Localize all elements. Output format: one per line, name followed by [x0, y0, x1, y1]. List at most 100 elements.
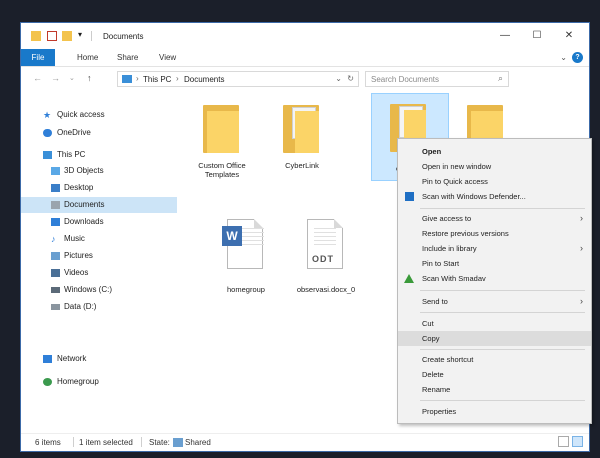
menu-label: Properties — [422, 407, 457, 416]
nav-item-music[interactable]: ♪ Music — [21, 231, 177, 247]
breadcrumb-separator[interactable]: › — [136, 74, 139, 83]
submenu-arrow-icon: › — [580, 213, 583, 223]
menu-separator — [420, 290, 585, 291]
item-count: 6 items — [35, 438, 61, 447]
nav-label: Homegroup — [57, 377, 99, 386]
help-icon[interactable]: ? — [572, 52, 583, 63]
search-input[interactable]: Search Documents ⌕ — [365, 71, 509, 87]
cube-icon — [51, 167, 60, 175]
nav-label: Network — [57, 354, 87, 363]
menu-item-scan-defender[interactable]: Scan with Windows Defender... — [398, 189, 591, 204]
music-icon: ♪ — [51, 234, 56, 244]
computer-icon — [43, 151, 52, 159]
menu-item-pin-quick-access[interactable]: Pin to Quick access — [398, 174, 591, 189]
navigation-bar: ← → ⌄ ↑ › This PC › Documents ⌄ ↻ Search… — [21, 67, 589, 91]
folder-icon — [203, 105, 239, 153]
menu-item-cut[interactable]: Cut — [398, 316, 591, 331]
nav-item-data-d[interactable]: Data (D:) — [21, 299, 177, 315]
nav-item-windows-c[interactable]: Windows (C:) — [21, 282, 177, 298]
menu-item-open[interactable]: Open — [398, 144, 591, 159]
recent-locations-button[interactable]: ⌄ — [69, 74, 75, 82]
nav-item-this-pc[interactable]: This PC — [21, 147, 177, 163]
menu-item-create-shortcut[interactable]: Create shortcut — [398, 352, 591, 367]
menu-separator — [420, 400, 585, 401]
up-button[interactable]: ↑ — [87, 73, 92, 83]
breadcrumb-separator[interactable]: › — [176, 74, 179, 83]
nav-item-documents[interactable]: Documents — [21, 197, 177, 213]
menu-label: Delete — [422, 370, 444, 379]
nav-item-videos[interactable]: Videos — [21, 265, 177, 281]
documents-icon — [51, 201, 60, 209]
title-bar[interactable]: ▾ Documents — ☐ ✕ — [21, 23, 589, 49]
folder-icon — [283, 105, 319, 153]
menu-item-delete[interactable]: Delete — [398, 367, 591, 382]
computer-icon — [122, 75, 132, 83]
large-icons-view-button[interactable] — [572, 436, 583, 447]
window-title: Documents — [103, 32, 144, 41]
menu-item-copy[interactable]: Copy — [398, 331, 591, 346]
address-bar[interactable]: › This PC › Documents ⌄ ↻ — [117, 71, 359, 87]
expand-ribbon-icon[interactable]: ⌄ — [560, 53, 567, 62]
status-bar: 6 items 1 item selected State: Shared — [21, 433, 589, 452]
menu-item-rename[interactable]: Rename — [398, 382, 591, 397]
word-document-icon: W — [222, 219, 264, 269]
context-menu: Open Open in new window Pin to Quick acc… — [397, 138, 592, 424]
tab-file[interactable]: File — [21, 49, 55, 66]
minimize-button[interactable]: — — [493, 28, 517, 44]
nav-label: Pictures — [64, 251, 93, 260]
nav-item-desktop[interactable]: Desktop — [21, 180, 177, 196]
back-button[interactable]: ← — [33, 73, 42, 83]
menu-label: Give access to — [422, 214, 472, 223]
file-name: homegroup — [227, 285, 265, 294]
details-view-button[interactable] — [558, 436, 569, 447]
menu-item-restore-versions[interactable]: Restore previous versions — [398, 226, 591, 241]
word-file-item[interactable]: W homegroup — [211, 215, 281, 295]
properties-quick-icon[interactable] — [47, 31, 57, 41]
forward-button[interactable]: → — [51, 73, 60, 83]
menu-label: Open in new window — [422, 162, 492, 171]
breadcrumb-this-pc[interactable]: This PC — [143, 75, 171, 84]
odt-file-item[interactable]: ODT observasi.docx_0 — [291, 215, 361, 295]
maximize-button[interactable]: ☐ — [525, 28, 549, 44]
drive-icon — [51, 304, 60, 310]
nav-label: Videos — [64, 268, 89, 277]
nav-item-pictures[interactable]: Pictures — [21, 248, 177, 264]
close-button[interactable]: ✕ — [557, 28, 581, 44]
file-name: observasi.docx_0 — [296, 285, 356, 294]
menu-label: Cut — [422, 319, 434, 328]
menu-item-give-access[interactable]: Give access to › — [398, 211, 591, 226]
nav-item-onedrive[interactable]: OneDrive — [21, 125, 177, 141]
address-dropdown-icon[interactable]: ⌄ — [335, 74, 342, 83]
menu-item-send-to[interactable]: Send to › — [398, 294, 591, 309]
nav-item-downloads[interactable]: Downloads — [21, 214, 177, 230]
selection-count: 1 item selected — [79, 438, 133, 447]
quick-access-toolbar-dropdown-icon[interactable]: ▾ — [78, 31, 86, 41]
menu-item-pin-start[interactable]: Pin to Start — [398, 256, 591, 271]
drive-icon — [51, 287, 60, 293]
nav-item-3d-objects[interactable]: 3D Objects — [21, 163, 177, 179]
new-folder-quick-icon[interactable] — [62, 31, 72, 41]
file-name: Custom Office Templates — [198, 161, 246, 179]
refresh-icon[interactable]: ↻ — [347, 74, 354, 83]
breadcrumb-documents[interactable]: Documents — [184, 75, 224, 84]
menu-label: Scan With Smadav — [422, 274, 486, 283]
menu-item-include-library[interactable]: Include in library › — [398, 241, 591, 256]
folder-item[interactable]: Custom Office Templates — [187, 95, 257, 195]
view-toggle — [555, 436, 583, 449]
nav-item-homegroup[interactable]: Homegroup — [21, 374, 177, 390]
submenu-arrow-icon: › — [580, 243, 583, 253]
menu-item-open-new-window[interactable]: Open in new window — [398, 159, 591, 174]
menu-item-scan-smadav[interactable]: Scan With Smadav — [398, 271, 591, 286]
nav-label: This PC — [57, 150, 86, 159]
tab-share[interactable]: Share — [117, 49, 138, 66]
nav-item-quick-access[interactable]: ★ Quick access — [21, 107, 177, 123]
title-divider — [91, 31, 92, 41]
nav-item-network[interactable]: Network — [21, 351, 177, 367]
tab-view[interactable]: View — [159, 49, 176, 66]
nav-label: Data (D:) — [64, 302, 97, 311]
menu-item-properties[interactable]: Properties — [398, 404, 591, 419]
tab-home[interactable]: Home — [77, 49, 98, 66]
nav-label: Desktop — [64, 183, 94, 192]
search-icon[interactable]: ⌕ — [498, 73, 503, 84]
folder-item[interactable]: CyberLink — [267, 95, 337, 195]
